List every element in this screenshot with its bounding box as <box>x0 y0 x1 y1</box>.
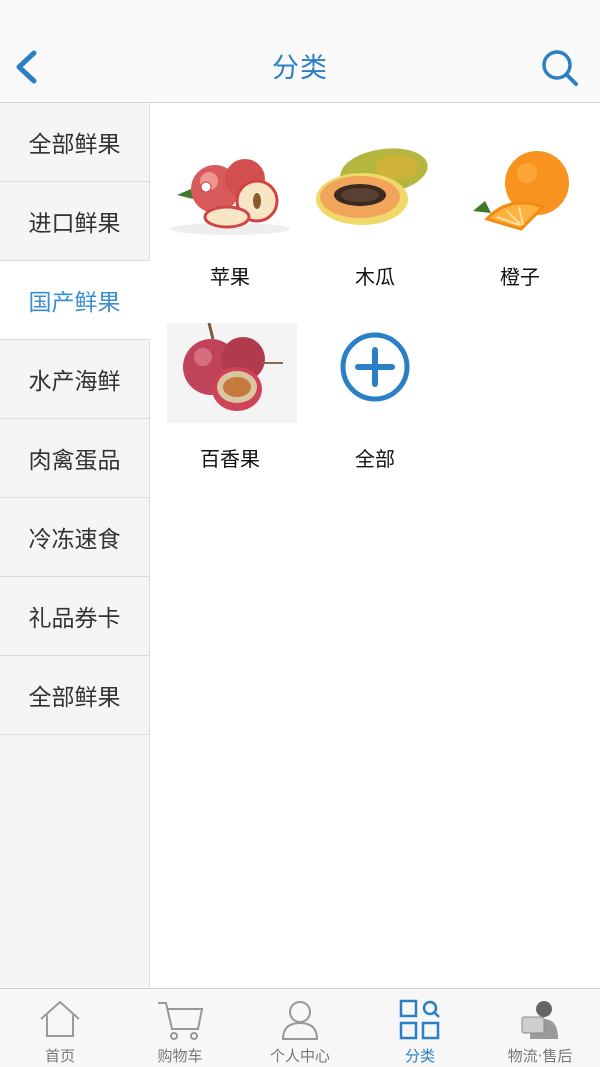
sidebar-item-label: 冷冻速食 <box>28 527 121 553</box>
user-icon <box>281 1001 319 1040</box>
sidebar-item-label: 礼品券卡 <box>28 606 121 632</box>
tab-label: 物流·售后 <box>507 1047 573 1065</box>
sidebar-item-label: 全部鲜果 <box>28 132 121 158</box>
passion-fruit-image <box>157 322 303 443</box>
category-tile-all[interactable]: 全部 <box>302 323 448 472</box>
sidebar-item-all-fruit[interactable]: 全部鲜果 <box>0 103 149 182</box>
category-tile-papaya[interactable]: 木瓜 <box>302 141 448 290</box>
sidebar-item-label: 水产海鲜 <box>28 369 121 395</box>
plus-circle-icon <box>302 323 448 443</box>
tab-label: 首页 <box>44 1047 75 1065</box>
category-tile-passion-fruit[interactable]: 百香果 <box>157 322 303 472</box>
sidebar-item-gift-cards[interactable]: 礼品券卡 <box>0 577 149 656</box>
category-label: 百香果 <box>200 447 260 471</box>
sidebar-item-seafood[interactable]: 水产海鲜 <box>0 340 149 419</box>
category-tile-apple[interactable]: 苹果 <box>157 141 303 290</box>
home-icon <box>40 1000 80 1037</box>
orange-image <box>447 141 593 261</box>
sidebar-item-label: 国产鲜果 <box>28 290 121 316</box>
search-icon[interactable] <box>540 48 580 88</box>
sidebar-item-all-fruit-2[interactable]: 全部鲜果 <box>0 656 149 735</box>
sidebar-item-meat-eggs[interactable]: 肉禽蛋品 <box>0 419 149 498</box>
sidebar-item-frozen-food[interactable]: 冷冻速食 <box>0 498 149 577</box>
tab-category[interactable]: 分类 <box>360 989 480 1067</box>
tab-label: 个人中心 <box>269 1047 330 1065</box>
grid-search-icon <box>399 999 440 1040</box>
support-agent-icon <box>521 1001 558 1039</box>
bottom-tab-bar: 首页 购物车 个人中心 分类 物流·售后 <box>0 988 600 1067</box>
papaya-image <box>302 141 448 261</box>
sidebar-item-label: 全部鲜果 <box>28 685 121 711</box>
tab-label: 分类 <box>404 1047 435 1065</box>
sidebar-item-imported-fruit[interactable]: 进口鲜果 <box>0 182 149 261</box>
tab-home[interactable]: 首页 <box>0 989 120 1067</box>
category-label: 木瓜 <box>355 265 395 289</box>
page-title: 分类 <box>272 53 328 84</box>
sidebar-item-domestic-fruit[interactable]: 国产鲜果 <box>0 261 150 340</box>
top-nav-bar: 分类 <box>0 0 600 103</box>
category-sidebar: 全部鲜果 进口鲜果 国产鲜果 水产海鲜 肉禽蛋品 冷冻速食 礼品券卡 全部鲜果 <box>0 103 150 988</box>
category-grid: 苹果 木瓜 橙子 百香果 全部 <box>150 103 600 988</box>
sidebar-item-label: 肉禽蛋品 <box>28 448 121 474</box>
sidebar-item-label: 进口鲜果 <box>28 211 121 237</box>
category-tile-orange[interactable]: 橙子 <box>447 141 593 290</box>
cart-icon <box>158 1002 204 1040</box>
category-label: 橙子 <box>500 265 540 289</box>
category-label: 全部 <box>355 447 395 471</box>
apple-image <box>157 141 303 261</box>
category-label: 苹果 <box>210 265 250 289</box>
tab-profile[interactable]: 个人中心 <box>240 989 360 1067</box>
tab-label: 购物车 <box>157 1047 203 1065</box>
tab-logistics-service[interactable]: 物流·售后 <box>480 989 600 1067</box>
tab-cart[interactable]: 购物车 <box>120 989 240 1067</box>
